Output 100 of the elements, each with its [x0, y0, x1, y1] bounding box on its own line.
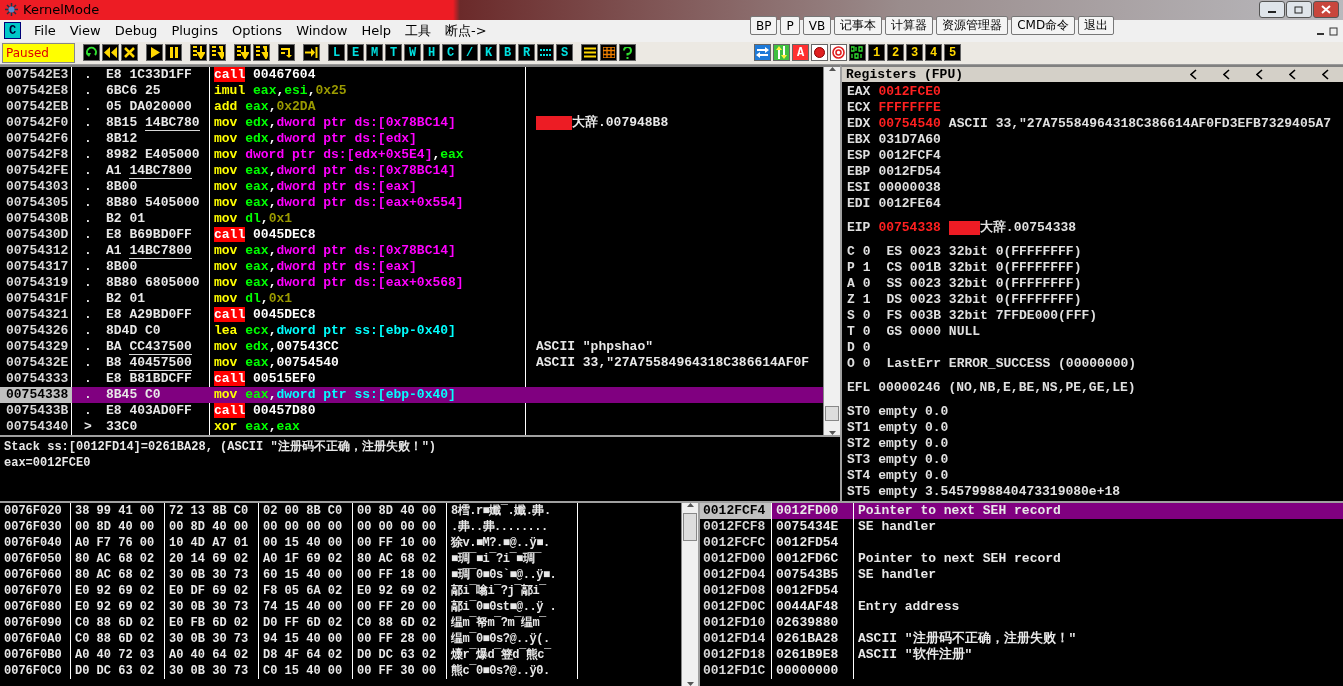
toolbar-letter-button[interactable]: C — [442, 44, 459, 62]
code-row[interactable]: 0075430B . B2 01 mov dl,0x1 — [0, 210, 823, 227]
code-row[interactable]: 0075432E . B8 40457500 mov eax,00754540 ASCII 33,"27A75584964318C386614AF0F — [0, 354, 823, 371]
toolbar-button[interactable] — [581, 44, 598, 62]
chevron-left-icon[interactable] — [1256, 68, 1263, 80]
menu-item[interactable]: Debug — [107, 23, 165, 39]
toolbar-letter-button[interactable]: T — [385, 44, 402, 62]
stack-row[interactable]: 0012FD14 0261BA28 ASCII "注册码不正确，注册失败！" — [700, 630, 1343, 647]
toolbar-letter-button[interactable]: E — [347, 44, 364, 62]
toolbar-letter-button[interactable]: K — [480, 44, 497, 62]
code-row[interactable]: 00754321 . E8 A29BD0FF call 0045DEC8 — [0, 306, 823, 323]
close-button[interactable] — [1313, 1, 1339, 19]
quick-button[interactable]: P — [780, 16, 800, 35]
toolbar-button[interactable] — [811, 44, 828, 62]
code-row[interactable]: 00754326 . 8D4D C0 lea ecx,dword ptr ss:[ebp-0x40] — [0, 322, 823, 339]
toolbar-letter-button[interactable]: S — [556, 44, 573, 62]
stack-row[interactable]: 0012FCF4 0012FD00 Pointer to next SEH record — [700, 502, 1343, 519]
chevron-left-icon[interactable] — [1190, 68, 1197, 80]
toolbar-letter-button[interactable]: A — [792, 44, 809, 62]
toolbar-letter-button[interactable]: R — [518, 44, 535, 62]
chevron-left-icon[interactable] — [1322, 68, 1329, 80]
toolbar-button[interactable] — [83, 44, 100, 62]
code-row[interactable]: 00754312 . A1 14BC7800 mov eax,dword ptr ds:[0x78BC14] — [0, 242, 823, 259]
quick-button[interactable]: CMD命令 — [1011, 16, 1076, 35]
menu-item[interactable]: Plugins — [164, 23, 225, 39]
toolbar-letter-button[interactable]: B — [499, 44, 516, 62]
toolbar-letter-button[interactable]: / — [461, 44, 478, 62]
scroll-thumb[interactable] — [825, 405, 839, 421]
code-row[interactable]: 00754303 . 8B00 mov eax,dword ptr ds:[eax] — [0, 178, 823, 195]
stack-row[interactable]: 0012FD0C 0044AF48 Entry address — [700, 598, 1343, 615]
stack-row[interactable]: 0012FCF8 0075434E SE handler — [700, 518, 1343, 535]
scrollbar[interactable] — [823, 66, 840, 435]
minimize-button[interactable] — [1259, 1, 1285, 19]
toolbar-button[interactable] — [537, 44, 554, 62]
chevron-left-icon[interactable] — [1289, 68, 1296, 80]
quick-button[interactable]: 记事本 — [834, 16, 883, 35]
code-row[interactable]: 007542F6 . 8B12 mov edx,dword ptr ds:[edx] — [0, 130, 823, 147]
toolbar-letter-button[interactable]: M — [366, 44, 383, 62]
quick-button[interactable]: BP — [750, 16, 778, 35]
code-row[interactable]: 00754317 . 8B00 mov eax,dword ptr ds:[eax] — [0, 258, 823, 275]
stack-row[interactable]: 0012FCFC 0012FD54 — [700, 534, 1343, 551]
toolbar-letter-button[interactable]: 3 — [906, 44, 923, 62]
toolbar-letter-button[interactable]: 1 — [868, 44, 885, 62]
toolbar-button[interactable] — [146, 44, 163, 62]
toolbar-button[interactable] — [121, 44, 138, 62]
code-row[interactable]: 00754338 . 8B45 C0 mov eax,dword ptr ss:[ebp-0x40] — [0, 386, 823, 403]
scroll-thumb[interactable] — [683, 512, 697, 541]
toolbar-letter-button[interactable]: 2 — [887, 44, 904, 62]
toolbar-button[interactable] — [234, 44, 251, 62]
menu-item[interactable]: 断点-> — [438, 21, 494, 40]
toolbar-button[interactable] — [209, 44, 226, 62]
toolbar-letter-button[interactable]: W — [404, 44, 421, 62]
code-row[interactable]: 0075433B . E8 403AD0FF call 00457D80 — [0, 402, 823, 419]
code-row[interactable]: 007542EB . 05 DA020000 add eax,0x2DA — [0, 98, 823, 115]
code-row[interactable]: 00754319 . 8B80 6805000 mov eax,dword ptr ds:[eax+0x568] — [0, 274, 823, 291]
toolbar-letter-button[interactable]: L — [328, 44, 345, 62]
code-row[interactable]: 007542F8 . 8982 E405000 mov dword ptr ds:[edx+0x5E4],eax — [0, 146, 823, 163]
toolbar-button[interactable] — [278, 44, 295, 62]
toolbar-button[interactable] — [303, 44, 320, 62]
stack-row[interactable]: 0012FD08 0012FD54 — [700, 582, 1343, 599]
restore-icon[interactable] — [1329, 25, 1339, 36]
toolbar-button[interactable] — [253, 44, 270, 62]
code-row[interactable]: 0075431F . B2 01 mov dl,0x1 — [0, 290, 823, 307]
toolbar-button[interactable] — [619, 44, 636, 62]
code-row[interactable]: 007542E8 . 6BC6 25 imul eax,esi,0x25 — [0, 82, 823, 99]
toolbar-button[interactable] — [600, 44, 617, 62]
stack-row[interactable]: 0012FD1C 00000000 — [700, 662, 1343, 679]
code-row[interactable]: 00754329 . BA CC437500 mov edx,007543CC ASCII "phpshao" — [0, 338, 823, 355]
code-row[interactable]: 007542E3 . E8 1C33D1FF call 00467604 — [0, 66, 823, 83]
toolbar-letter-button[interactable]: H — [423, 44, 440, 62]
toolbar-letter-button[interactable]: 4 — [925, 44, 942, 62]
stack-row[interactable]: 0012FD04 007543B5 SE handler — [700, 566, 1343, 583]
code-row[interactable]: 00754340 > 33C0 xor eax,eax — [0, 418, 823, 435]
stack-row[interactable]: 0012FD18 0261B9E8 ASCII "软件注册" — [700, 646, 1343, 663]
quick-button[interactable]: VB — [802, 16, 832, 35]
stack-row[interactable]: 0012FD00 0012FD6C Pointer to next SEH record — [700, 550, 1343, 567]
toolbar-button[interactable] — [849, 44, 866, 62]
menu-item[interactable]: Options — [224, 23, 290, 39]
stack-row[interactable]: 0012FD10 02639880 — [700, 614, 1343, 631]
quick-button[interactable]: 退出 — [1078, 16, 1115, 35]
code-row[interactable]: 00754305 . 8B80 5405000 mov eax,dword ptr ds:[eax+0x554] — [0, 194, 823, 211]
code-row[interactable]: 007542FE . A1 14BC7800 mov eax,dword ptr ds:[0x78BC14] — [0, 162, 823, 179]
menu-item[interactable]: View — [62, 23, 108, 39]
toolbar-button[interactable] — [165, 44, 182, 62]
scrollbar[interactable] — [681, 502, 698, 686]
maximize-button[interactable] — [1286, 1, 1312, 19]
menu-item[interactable]: Help — [354, 23, 399, 39]
toolbar-button[interactable] — [190, 44, 207, 62]
menu-item[interactable]: Window — [289, 23, 355, 39]
menu-item[interactable]: 工具 — [398, 21, 439, 40]
code-row[interactable]: 00754333 . E8 B81BDCFF call 00515EF0 — [0, 370, 823, 387]
quick-button[interactable]: 资源管理器 — [936, 16, 1009, 35]
code-row[interactable]: 007542F0 . 8B15 14BC780 mov edx,dword ptr ds:[0x78BC14] 大辞.007948B8 — [0, 114, 823, 131]
toolbar-letter-button[interactable]: 5 — [944, 44, 961, 62]
chevron-left-icon[interactable] — [1223, 68, 1230, 80]
child-window-icon[interactable]: C — [4, 22, 21, 40]
quick-button[interactable]: 计算器 — [885, 16, 934, 35]
toolbar-button[interactable] — [102, 44, 119, 62]
code-row[interactable]: 0075430D . E8 B69BD0FF call 0045DEC8 — [0, 226, 823, 243]
menu-item[interactable]: File — [27, 23, 63, 39]
